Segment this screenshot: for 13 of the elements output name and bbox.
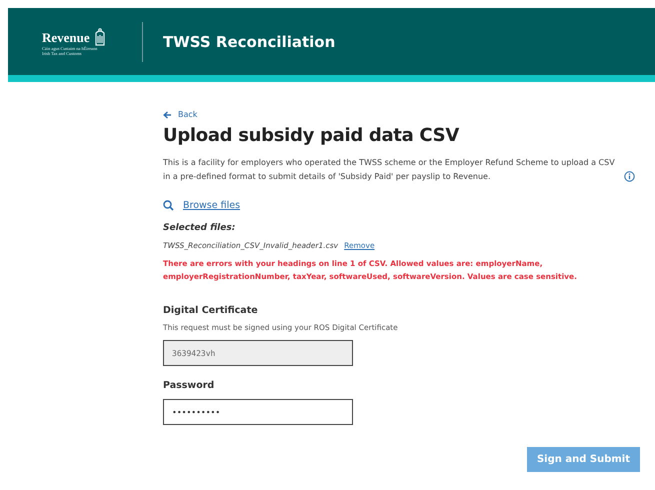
app-title: TWSS Reconciliation: [163, 32, 336, 50]
back-link[interactable]: Back: [163, 110, 198, 119]
arrow-icon: [163, 110, 172, 118]
field-label: Digital Certificate: [163, 305, 259, 316]
page-heading: Upload subsidy paid data CSV: [163, 125, 460, 146]
intro-text: This is a facility for employers who operated the TWSS scheme or the Employer Refund Scheme to upload a CSV in a pre-defined format to submit details of 'Subsidy Paid' per payslip to Revenue.: [163, 157, 616, 183]
info-icon[interactable]: [624, 171, 635, 182]
password-field[interactable]: ••••••••••: [163, 399, 353, 425]
field-label: Password: [163, 380, 216, 391]
search-icon: [163, 200, 174, 211]
browse-files-link[interactable]: Browse files: [183, 200, 240, 211]
logo-name: Revenue: [42, 30, 90, 46]
selected-files-label: Selected files:: [163, 223, 236, 233]
